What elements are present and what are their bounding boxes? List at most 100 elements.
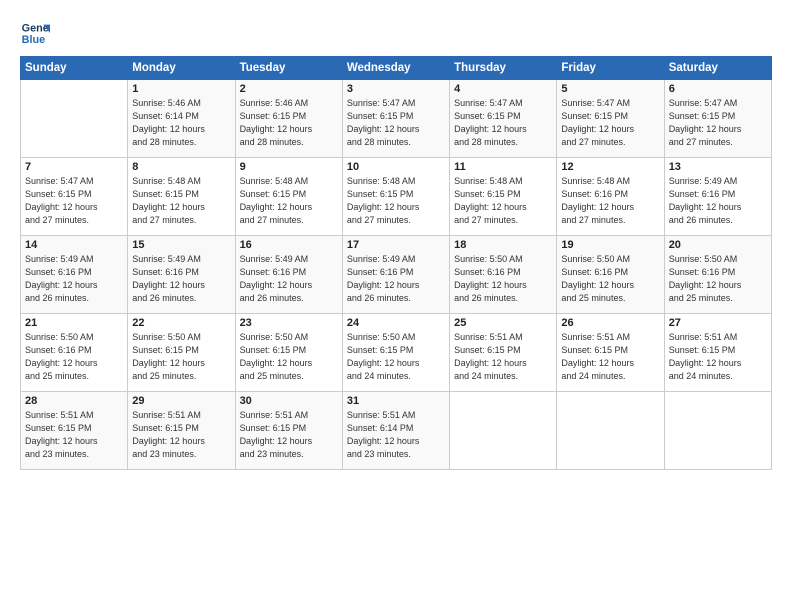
day-number: 13 <box>669 161 767 173</box>
calendar-page: General Blue SundayMondayTuesdayWednesda… <box>0 0 792 612</box>
day-info: Sunrise: 5:47 AM Sunset: 6:15 PM Dayligh… <box>454 97 552 149</box>
calendar-cell: 25Sunrise: 5:51 AM Sunset: 6:15 PM Dayli… <box>450 314 557 392</box>
day-number: 14 <box>25 239 123 251</box>
day-info: Sunrise: 5:51 AM Sunset: 6:15 PM Dayligh… <box>669 331 767 383</box>
calendar-cell: 2 Sunrise: 5:46 AM Sunset: 6:15 PM Daylig… <box>235 80 342 158</box>
calendar-cell: 18 Sunrise: 5:50 AM Sunset: 6:16 PM Dayli… <box>450 236 557 314</box>
calendar-cell: 8Sunrise: 5:48 AM Sunset: 6:15 PM Daylig… <box>128 158 235 236</box>
day-info: Sunrise: 5:49 AM Sunset: 6:16 PM Dayligh… <box>240 253 338 305</box>
day-number: 11 <box>454 161 552 173</box>
day-info: Sunrise: 5:47 AM Sunset: 6:15 PM Dayligh… <box>25 175 123 227</box>
calendar-body: 1 Sunrise: 5:46 AM Sunset: 6:14 PM Daylig… <box>21 80 772 470</box>
day-info: Sunrise: 5:49 AM Sunset: 6:16 PM Dayligh… <box>347 253 445 305</box>
day-number: 24 <box>347 317 445 329</box>
day-info: Sunrise: 5:50 AM Sunset: 6:16 PM Dayligh… <box>454 253 552 305</box>
day-info: Sunrise: 5:50 AM Sunset: 6:16 PM Dayligh… <box>669 253 767 305</box>
day-number: 16 <box>240 239 338 251</box>
day-number: 15 <box>132 239 230 251</box>
day-number: 2 <box>240 83 338 95</box>
calendar-cell: 20 Sunrise: 5:50 AM Sunset: 6:16 PM Dayli… <box>664 236 771 314</box>
day-number: 4 <box>454 83 552 95</box>
calendar-cell: 26Sunrise: 5:51 AM Sunset: 6:15 PM Dayli… <box>557 314 664 392</box>
day-info: Sunrise: 5:51 AM Sunset: 6:14 PM Dayligh… <box>347 409 445 461</box>
day-info: Sunrise: 5:49 AM Sunset: 6:16 PM Dayligh… <box>132 253 230 305</box>
calendar-cell: 28 Sunrise: 5:51 AM Sunset: 6:15 PM Dayli… <box>21 392 128 470</box>
day-info: Sunrise: 5:47 AM Sunset: 6:15 PM Dayligh… <box>561 97 659 149</box>
calendar-cell: 10 Sunrise: 5:48 AM Sunset: 6:15 PM Dayli… <box>342 158 449 236</box>
calendar-cell: 5Sunrise: 5:47 AM Sunset: 6:15 PM Daylig… <box>557 80 664 158</box>
day-number: 7 <box>25 161 123 173</box>
day-info: Sunrise: 5:50 AM Sunset: 6:15 PM Dayligh… <box>240 331 338 383</box>
calendar-cell <box>557 392 664 470</box>
day-number: 28 <box>25 395 123 407</box>
weekday-header: Friday <box>557 57 664 80</box>
calendar-cell: 13 Sunrise: 5:49 AM Sunset: 6:16 PM Dayli… <box>664 158 771 236</box>
calendar-cell: 11 Sunrise: 5:48 AM Sunset: 6:15 PM Dayli… <box>450 158 557 236</box>
day-info: Sunrise: 5:49 AM Sunset: 6:16 PM Dayligh… <box>25 253 123 305</box>
calendar-cell: 1 Sunrise: 5:46 AM Sunset: 6:14 PM Daylig… <box>128 80 235 158</box>
day-info: Sunrise: 5:46 AM Sunset: 6:14 PM Dayligh… <box>132 97 230 149</box>
calendar-cell: 17 Sunrise: 5:49 AM Sunset: 6:16 PM Dayli… <box>342 236 449 314</box>
calendar-cell: 21Sunrise: 5:50 AM Sunset: 6:16 PM Dayli… <box>21 314 128 392</box>
weekday-header: Wednesday <box>342 57 449 80</box>
logo: General Blue <box>20 18 52 48</box>
day-number: 12 <box>561 161 659 173</box>
day-number: 23 <box>240 317 338 329</box>
day-info: Sunrise: 5:50 AM Sunset: 6:15 PM Dayligh… <box>347 331 445 383</box>
calendar-cell <box>21 80 128 158</box>
day-number: 6 <box>669 83 767 95</box>
calendar-week-row: 7 Sunrise: 5:47 AM Sunset: 6:15 PM Daylig… <box>21 158 772 236</box>
day-info: Sunrise: 5:49 AM Sunset: 6:16 PM Dayligh… <box>669 175 767 227</box>
day-info: Sunrise: 5:46 AM Sunset: 6:15 PM Dayligh… <box>240 97 338 149</box>
day-info: Sunrise: 5:51 AM Sunset: 6:15 PM Dayligh… <box>240 409 338 461</box>
calendar-header: SundayMondayTuesdayWednesdayThursdayFrid… <box>21 57 772 80</box>
calendar-cell: 15 Sunrise: 5:49 AM Sunset: 6:16 PM Dayli… <box>128 236 235 314</box>
weekday-header: Sunday <box>21 57 128 80</box>
day-number: 18 <box>454 239 552 251</box>
calendar-cell: 14 Sunrise: 5:49 AM Sunset: 6:16 PM Dayli… <box>21 236 128 314</box>
day-number: 1 <box>132 83 230 95</box>
day-number: 20 <box>669 239 767 251</box>
day-number: 9 <box>240 161 338 173</box>
day-info: Sunrise: 5:51 AM Sunset: 6:15 PM Dayligh… <box>132 409 230 461</box>
calendar-cell: 30Sunrise: 5:51 AM Sunset: 6:15 PM Dayli… <box>235 392 342 470</box>
day-number: 27 <box>669 317 767 329</box>
calendar-cell: 7 Sunrise: 5:47 AM Sunset: 6:15 PM Daylig… <box>21 158 128 236</box>
calendar-cell <box>664 392 771 470</box>
day-number: 29 <box>132 395 230 407</box>
svg-text:General: General <box>22 22 50 34</box>
day-number: 26 <box>561 317 659 329</box>
day-number: 19 <box>561 239 659 251</box>
calendar-cell <box>450 392 557 470</box>
calendar-cell: 19 Sunrise: 5:50 AM Sunset: 6:16 PM Dayli… <box>557 236 664 314</box>
calendar-cell: 29 Sunrise: 5:51 AM Sunset: 6:15 PM Dayli… <box>128 392 235 470</box>
calendar-week-row: 1 Sunrise: 5:46 AM Sunset: 6:14 PM Daylig… <box>21 80 772 158</box>
day-info: Sunrise: 5:50 AM Sunset: 6:16 PM Dayligh… <box>561 253 659 305</box>
weekday-header: Tuesday <box>235 57 342 80</box>
day-number: 3 <box>347 83 445 95</box>
day-number: 17 <box>347 239 445 251</box>
header: General Blue <box>20 18 772 48</box>
calendar-cell: 24 Sunrise: 5:50 AM Sunset: 6:15 PM Dayli… <box>342 314 449 392</box>
day-info: Sunrise: 5:48 AM Sunset: 6:16 PM Dayligh… <box>561 175 659 227</box>
calendar-week-row: 28 Sunrise: 5:51 AM Sunset: 6:15 PM Dayli… <box>21 392 772 470</box>
day-info: Sunrise: 5:48 AM Sunset: 6:15 PM Dayligh… <box>454 175 552 227</box>
calendar-cell: 31Sunrise: 5:51 AM Sunset: 6:14 PM Dayli… <box>342 392 449 470</box>
logo-icon: General Blue <box>20 18 50 48</box>
day-info: Sunrise: 5:48 AM Sunset: 6:15 PM Dayligh… <box>347 175 445 227</box>
day-number: 10 <box>347 161 445 173</box>
day-info: Sunrise: 5:47 AM Sunset: 6:15 PM Dayligh… <box>347 97 445 149</box>
calendar-cell: 3 Sunrise: 5:47 AM Sunset: 6:15 PM Daylig… <box>342 80 449 158</box>
weekday-header: Thursday <box>450 57 557 80</box>
weekday-header: Saturday <box>664 57 771 80</box>
calendar-table: SundayMondayTuesdayWednesdayThursdayFrid… <box>20 56 772 470</box>
calendar-cell: 23 Sunrise: 5:50 AM Sunset: 6:15 PM Dayli… <box>235 314 342 392</box>
day-number: 22 <box>132 317 230 329</box>
svg-text:Blue: Blue <box>22 34 45 46</box>
day-number: 8 <box>132 161 230 173</box>
calendar-cell: 4 Sunrise: 5:47 AM Sunset: 6:15 PM Daylig… <box>450 80 557 158</box>
day-info: Sunrise: 5:51 AM Sunset: 6:15 PM Dayligh… <box>25 409 123 461</box>
day-info: Sunrise: 5:48 AM Sunset: 6:15 PM Dayligh… <box>240 175 338 227</box>
calendar-cell: 6 Sunrise: 5:47 AM Sunset: 6:15 PM Daylig… <box>664 80 771 158</box>
day-info: Sunrise: 5:47 AM Sunset: 6:15 PM Dayligh… <box>669 97 767 149</box>
